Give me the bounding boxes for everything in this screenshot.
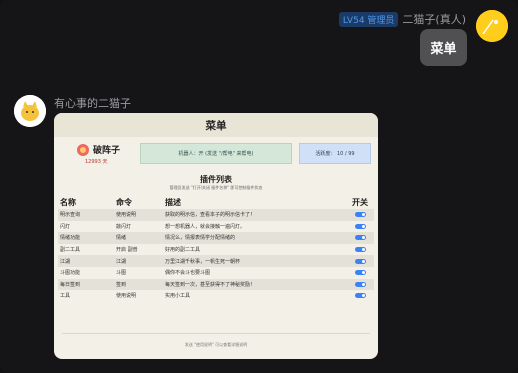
toggle-switch[interactable]	[354, 270, 366, 276]
toggle-switch[interactable]	[354, 281, 366, 287]
activity-text: 活跃度： 10 / 99	[315, 151, 355, 157]
sender-line: LV54 管理员 二猫子(真人)	[338, 11, 466, 27]
table-row: 工具 使用说明 实用小工具	[58, 290, 374, 302]
card-footer: 发送 "使用说明" 可以查看详细说明	[184, 342, 248, 347]
avatar[interactable]	[14, 95, 46, 127]
cell-command: 敲闪灯	[116, 223, 132, 230]
toggle-switch[interactable]	[354, 223, 366, 229]
avatar[interactable]	[476, 10, 508, 42]
cell-name: 斗图功能	[60, 270, 81, 277]
table-row: 江湖 江湖 万里江湖千秋事，一帆生死一朝杯	[58, 255, 374, 267]
table-row: 情绪功能 情绪 情况么，情报表情学分配情绪的	[58, 232, 374, 244]
cat-avatar-icon	[476, 10, 508, 42]
toggle-switch[interactable]	[354, 247, 366, 253]
cell-command: 使用说明	[116, 293, 137, 300]
cell-command: 情绪	[116, 235, 127, 242]
cell-description: 好用的副二工具	[165, 247, 201, 254]
outgoing-message: LV54 管理员 二猫子(真人) 菜单	[0, 0, 518, 70]
cell-name: 工具	[60, 293, 71, 300]
divider	[62, 333, 370, 334]
table-row: 闪灯 敲闪灯 想一想机器人，就会接触一遍闪灯。	[58, 221, 374, 233]
sender-name: 有心事的二猫子	[54, 97, 131, 110]
menu-card[interactable]: 菜单 破阵子 12993 天 机器人：开 (发送 "/帮电" 来帮电) 活跃度：…	[54, 113, 378, 359]
cell-command: 江湖	[116, 258, 127, 265]
table-row: 明示查询 使用说明 获取的明示信，查看本子的明示信卡了！	[58, 209, 374, 221]
bot-days: 12993 天	[85, 159, 108, 165]
chat-window: LV54 管理员 二猫子(真人) 菜单 有心事的二猫子 菜单 破阵子 12993…	[0, 0, 518, 373]
cell-name: 每日签到	[60, 281, 81, 288]
card-title: 菜单	[205, 119, 227, 132]
plugin-list-title: 插件列表	[200, 175, 232, 184]
table-header: 名称 命令 描述 开关	[58, 195, 374, 209]
status-box: 机器人：开 (发送 "/帮电" 来帮电)	[140, 143, 292, 164]
plugin-table: 名称 命令 描述 开关 明示查询 使用说明 获取的明示信，查看本子的明示信卡了！ 闪…	[58, 195, 374, 302]
toggle-switch[interactable]	[354, 235, 366, 241]
table-row: 副二工具 开启 副普 好用的副二工具	[58, 244, 374, 256]
table-row: 斗图功能 斗图 偶你不会斗也要斗图	[58, 267, 374, 279]
cell-description: 实用小工具	[165, 293, 191, 300]
toggle-switch[interactable]	[354, 293, 366, 299]
header-command: 命令	[116, 197, 132, 207]
message-bubble[interactable]: 菜单	[420, 29, 467, 66]
bot-avatar-icon	[77, 144, 89, 156]
cell-description: 获取的明示信，查看本子的明示信卡了！	[165, 212, 256, 219]
cell-command: 使用说明	[116, 212, 137, 219]
cell-name: 江湖	[60, 258, 71, 265]
cat-avatar-icon	[14, 95, 46, 127]
plugin-list-subtitle: 管理员发送 "打开/关闭 插件名称" 即可控制插件状态	[169, 185, 263, 190]
bot-name: 破阵子	[93, 146, 121, 156]
sender-name: 二猫子(真人)	[402, 13, 466, 26]
cell-command: 开启 副普	[116, 247, 138, 254]
header-switch: 开关	[352, 197, 368, 207]
cell-description: 想一想机器人，就会接触一遍闪灯。	[165, 223, 246, 230]
table-row: 每日签到 签到 每天签到一次，甚至获得不了神秘奖励！	[58, 278, 374, 291]
toggle-switch[interactable]	[354, 212, 366, 218]
cell-description: 偶你不会斗也要斗图	[165, 270, 211, 277]
cell-description: 情况么，情报表情学分配情绪的	[165, 235, 236, 242]
cell-name: 明示查询	[60, 212, 81, 219]
cell-name: 情绪功能	[60, 235, 81, 242]
card-header: 菜单	[54, 113, 378, 137]
cell-description: 每天签到一次，甚至获得不了神秘奖励！	[165, 281, 256, 288]
header-name: 名称	[60, 197, 76, 207]
cell-name: 闪灯	[60, 223, 71, 230]
activity-box: 活跃度： 10 / 99	[299, 143, 371, 164]
cell-command: 斗图	[116, 270, 127, 277]
cell-command: 签到	[116, 281, 127, 288]
toggle-switch[interactable]	[354, 258, 366, 264]
bot-info-row: 破阵子 12993 天 机器人：开 (发送 "/帮电" 来帮电) 活跃度： 10…	[54, 143, 378, 167]
table-body: 明示查询 使用说明 获取的明示信，查看本子的明示信卡了！ 闪灯 敲闪灯 想一想机器人，就…	[58, 209, 374, 302]
level-badge: LV54 管理员	[338, 11, 399, 27]
cell-name: 副二工具	[60, 247, 81, 254]
header-description: 描述	[165, 197, 181, 207]
status-text: 机器人：开 (发送 "/帮电" 来帮电)	[178, 151, 254, 157]
cell-description: 万里江湖千秋事，一帆生死一朝杯	[165, 258, 241, 265]
